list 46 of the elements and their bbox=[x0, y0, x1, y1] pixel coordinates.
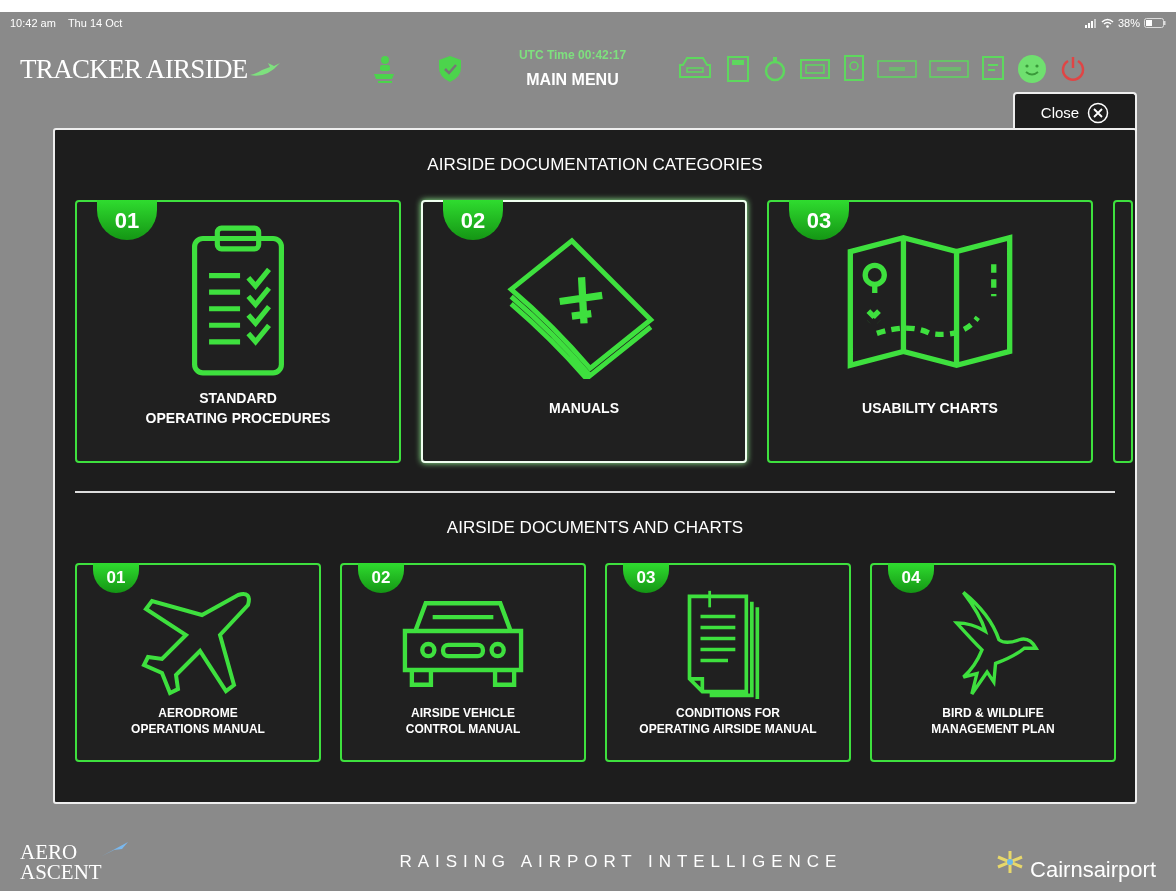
card-label: CONDITIONS FOR OPERATING AIRSIDE MANUAL bbox=[639, 705, 817, 737]
signal-icon bbox=[1084, 18, 1097, 28]
card-label: AIRSIDE VEHICLE CONTROL MANUAL bbox=[405, 705, 521, 737]
card-label: BIRD & WILDLIFE MANAGEMENT PLAN bbox=[931, 705, 1055, 737]
category-card[interactable]: 04 BIRD & WILDLIFE MANAGEMENT PLAN bbox=[870, 563, 1116, 762]
wifi-icon bbox=[1100, 18, 1114, 28]
number-badge: 04 bbox=[888, 563, 934, 593]
rectangle-tag-icon[interactable] bbox=[929, 60, 969, 78]
stopwatch-icon[interactable] bbox=[763, 55, 787, 83]
rectangle-tag-icon[interactable] bbox=[877, 60, 917, 78]
category-card[interactable]: 02 AIRSIDE VEHICLE CONTROL MANUAL bbox=[340, 563, 586, 762]
category-card[interactable]: 03 CONDITIONS FOR OPERATING AIRSIDE MANUAL bbox=[605, 563, 851, 762]
card-label: USABILITY CHARTS bbox=[862, 399, 998, 418]
smiley-icon[interactable] bbox=[1017, 54, 1047, 84]
card-label: MANUALS bbox=[549, 399, 619, 418]
number-badge: 01 bbox=[93, 563, 139, 593]
battery-icon bbox=[1144, 18, 1166, 28]
status-date: Thu 14 Oct bbox=[67, 15, 123, 31]
battery-percent: 38% bbox=[1117, 15, 1140, 31]
number-badge: 03 bbox=[789, 200, 849, 240]
sign-board-icon[interactable] bbox=[799, 57, 831, 81]
utc-time: UTC Time 00:42:17 bbox=[518, 47, 627, 64]
app-logo-text: TRACKER AIRSIDE bbox=[20, 52, 248, 86]
shield-check-icon[interactable] bbox=[437, 55, 463, 83]
close-icon bbox=[1087, 102, 1110, 124]
category-card[interactable]: 01 AERODROME OPERATIONS MANUAL bbox=[75, 563, 321, 762]
section-title: AIRSIDE DOCUMENTATION CATEGORIES bbox=[427, 154, 763, 177]
card-label: AERODROME OPERATIONS MANUAL bbox=[131, 705, 265, 737]
power-icon[interactable] bbox=[1059, 55, 1087, 83]
airport-logo-text: Cairnsairport bbox=[1030, 856, 1156, 884]
number-badge: 03 bbox=[623, 563, 669, 593]
page-title: MAIN MENU bbox=[526, 70, 619, 90]
section-title: AIRSIDE DOCUMENTS AND CHARTS bbox=[446, 517, 744, 540]
number-badge: 02 bbox=[443, 200, 503, 240]
number-badge: 01 bbox=[97, 200, 157, 240]
document-icon[interactable] bbox=[725, 55, 751, 83]
category-card[interactable]: 02 MANUALS bbox=[421, 200, 747, 463]
category-card[interactable]: 01 STANDARD OPERATING PROCEDURES bbox=[75, 200, 401, 463]
category-card[interactable]: 03 USABILITY CHARTS bbox=[767, 200, 1093, 463]
tagline: RAISING AIRPORT INTELLIGENCE bbox=[399, 850, 843, 873]
card-label: STANDARD OPERATING PROCEDURES bbox=[145, 389, 331, 428]
number-badge: 02 bbox=[358, 563, 404, 593]
tablet-icon[interactable] bbox=[843, 54, 865, 84]
note-icon[interactable] bbox=[981, 55, 1005, 83]
company-logo-text: AERO ASCENT bbox=[20, 841, 102, 882]
status-time: 10:42 am bbox=[10, 15, 56, 31]
